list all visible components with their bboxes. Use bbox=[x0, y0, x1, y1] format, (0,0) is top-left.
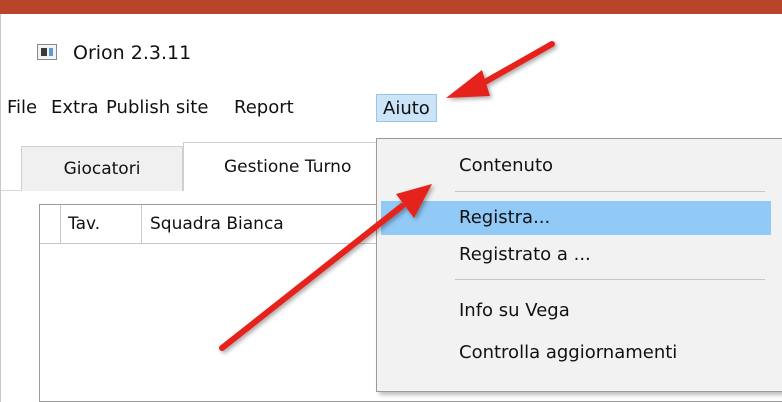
annotation-arrows bbox=[219, 41, 555, 351]
arrow-to-registra-icon bbox=[219, 184, 432, 351]
arrow-to-aiuto-icon bbox=[446, 41, 555, 98]
